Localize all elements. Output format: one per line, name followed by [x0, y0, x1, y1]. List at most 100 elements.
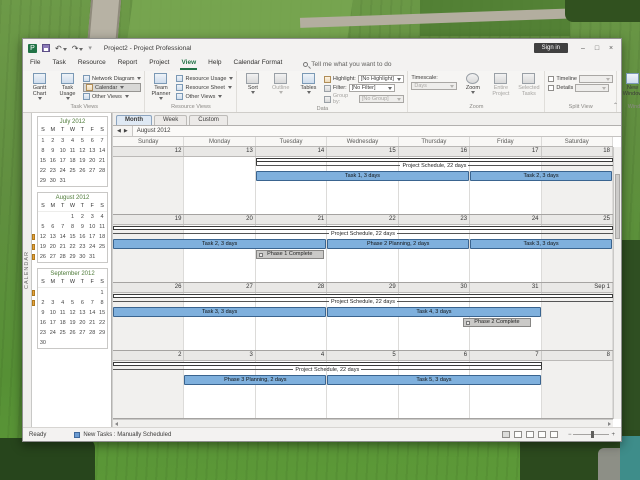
task-bar[interactable]: Phase 2 Planning, 2 days: [327, 239, 469, 249]
mini-calendar-date[interactable]: 10: [87, 222, 97, 232]
zoom-in-icon[interactable]: +: [611, 432, 615, 438]
mini-calendar-date[interactable]: 24: [48, 328, 58, 338]
task-usage-button[interactable]: Task Usage: [55, 73, 80, 100]
details-checkbox[interactable]: [548, 85, 554, 91]
mini-calendar-date[interactable]: 14: [97, 146, 107, 156]
resource-usage-button[interactable]: Resource Usage: [176, 75, 233, 82]
sign-in-button[interactable]: Sign in: [534, 43, 568, 53]
mini-calendar-date[interactable]: 6: [77, 298, 87, 308]
mini-calendar-date[interactable]: 22: [97, 318, 107, 328]
mini-calendar-date[interactable]: 29: [38, 176, 48, 186]
mini-calendar-date[interactable]: 17: [48, 318, 58, 328]
team-planner-button[interactable]: Team Planner: [148, 73, 173, 100]
scroll-right-icon[interactable]: [608, 422, 611, 426]
collapse-ribbon-icon[interactable]: ⌃: [613, 102, 618, 109]
mini-calendar-date[interactable]: 21: [58, 242, 68, 252]
previous-month-button[interactable]: ◀: [117, 128, 121, 134]
save-icon[interactable]: [42, 44, 50, 52]
mini-calendar-date[interactable]: 10: [58, 146, 68, 156]
task-bar[interactable]: Task 2, 3 days: [113, 239, 326, 249]
mini-calendar-date[interactable]: 27: [48, 252, 58, 262]
mini-calendar-date[interactable]: 6: [48, 222, 58, 232]
mini-calendar-date[interactable]: 2: [48, 136, 58, 146]
mini-calendar-date[interactable]: 10: [48, 308, 58, 318]
qat-customize-icon[interactable]: ▾: [88, 44, 92, 52]
zoom-out-icon[interactable]: −: [568, 432, 572, 438]
summary-task-bar[interactable]: Project Schedule, 22 days: [113, 362, 542, 374]
gantt-chart-button[interactable]: Gantt Chart: [27, 73, 52, 100]
view-shortcut-team-planner-icon[interactable]: [526, 431, 534, 438]
tab-custom[interactable]: Custom: [189, 115, 228, 125]
summary-task-bar[interactable]: Project Schedule, 22 days: [113, 226, 613, 238]
mini-calendar-date[interactable]: 23: [48, 166, 58, 176]
mini-calendar-date[interactable]: 4: [68, 136, 78, 146]
mini-calendar-date[interactable]: 7: [87, 298, 97, 308]
mini-calendar-date[interactable]: 31: [87, 252, 97, 262]
mini-calendar-date[interactable]: 12: [77, 146, 87, 156]
mini-calendar-date[interactable]: 17: [87, 232, 97, 242]
mini-calendar-date[interactable]: 31: [58, 176, 68, 186]
tab-week[interactable]: Week: [154, 115, 187, 125]
mini-calendar-date[interactable]: 15: [38, 156, 48, 166]
mini-calendar-date[interactable]: 9: [38, 308, 48, 318]
new-tasks-status[interactable]: New Tasks : Manually Scheduled: [74, 432, 171, 438]
mini-calendar-date[interactable]: 26: [77, 166, 87, 176]
mini-calendar-date[interactable]: 28: [87, 328, 97, 338]
mini-calendar-date[interactable]: 22: [38, 166, 48, 176]
menu-tab-file[interactable]: File: [29, 58, 41, 70]
mini-calendar-date[interactable]: 9: [48, 146, 58, 156]
view-shortcut-gantt-icon[interactable]: [502, 431, 510, 438]
mini-calendar-date[interactable]: 18: [58, 318, 68, 328]
resource-sheet-button[interactable]: Resource Sheet: [176, 84, 233, 91]
mini-calendar-date[interactable]: 3: [48, 298, 58, 308]
mini-calendar-date[interactable]: 24: [58, 166, 68, 176]
mini-calendar-date[interactable]: 19: [77, 156, 87, 166]
mini-calendar-date[interactable]: 8: [68, 222, 78, 232]
timeline-checkbox[interactable]: [548, 76, 554, 82]
task-bar[interactable]: Task 3, 3 days: [113, 307, 326, 317]
filter-dropdown[interactable]: [No Filter]: [349, 84, 395, 92]
menu-tab-help[interactable]: Help: [207, 58, 222, 70]
mini-calendar-date[interactable]: 29: [97, 328, 107, 338]
mini-calendar-date[interactable]: 11: [68, 146, 78, 156]
mini-calendar-date[interactable]: 17: [58, 156, 68, 166]
menu-tab-view[interactable]: View: [180, 58, 197, 70]
mini-calendar-date[interactable]: 14: [87, 308, 97, 318]
mini-calendar-date[interactable]: 11: [58, 308, 68, 318]
redo-button[interactable]: ↷: [72, 44, 84, 53]
other-views-resource-button[interactable]: Other Views: [176, 93, 233, 100]
mini-calendar-date[interactable]: 16: [38, 318, 48, 328]
mini-calendar-date[interactable]: 20: [77, 318, 87, 328]
view-shortcut-report-icon[interactable]: [550, 431, 558, 438]
mini-calendar-date[interactable]: 21: [97, 156, 107, 166]
highlight-dropdown[interactable]: [No Highlight]: [358, 75, 404, 83]
mini-calendar-date[interactable]: 28: [97, 166, 107, 176]
task-bar[interactable]: Task 2, 3 days: [470, 171, 612, 181]
mini-calendar-date[interactable]: 18: [68, 156, 78, 166]
mini-calendar-date[interactable]: 15: [68, 232, 78, 242]
mini-calendar-date[interactable]: 23: [38, 328, 48, 338]
mini-calendar-date[interactable]: 18: [97, 232, 107, 242]
close-button[interactable]: ×: [604, 42, 618, 55]
next-month-button[interactable]: ▶: [124, 128, 128, 134]
mini-calendar-date[interactable]: 1: [97, 288, 107, 298]
mini-calendar-date[interactable]: 30: [38, 338, 48, 348]
mini-calendar-date[interactable]: 8: [97, 298, 107, 308]
vertical-scrollbar-thumb[interactable]: [615, 174, 620, 239]
mini-calendar-date[interactable]: 6: [87, 136, 97, 146]
mini-calendar-date[interactable]: 13: [48, 232, 58, 242]
other-views-button[interactable]: Other Views: [83, 93, 141, 100]
mini-calendar-date[interactable]: 14: [58, 232, 68, 242]
mini-calendar-date[interactable]: 3: [87, 212, 97, 222]
undo-button[interactable]: ↶: [55, 44, 67, 53]
mini-calendar-date[interactable]: 16: [77, 232, 87, 242]
mini-calendar-date[interactable]: 4: [97, 212, 107, 222]
mini-calendar-date[interactable]: 13: [87, 146, 97, 156]
menu-tab-calendar-format[interactable]: Calendar Format: [233, 58, 284, 70]
mini-calendar-date[interactable]: 7: [58, 222, 68, 232]
mini-calendar-date[interactable]: 5: [68, 298, 78, 308]
mini-calendar-date[interactable]: 27: [87, 166, 97, 176]
mini-calendar-date[interactable]: 30: [48, 176, 58, 186]
sort-button[interactable]: Sort: [240, 73, 265, 94]
mini-calendar-date[interactable]: 30: [77, 252, 87, 262]
